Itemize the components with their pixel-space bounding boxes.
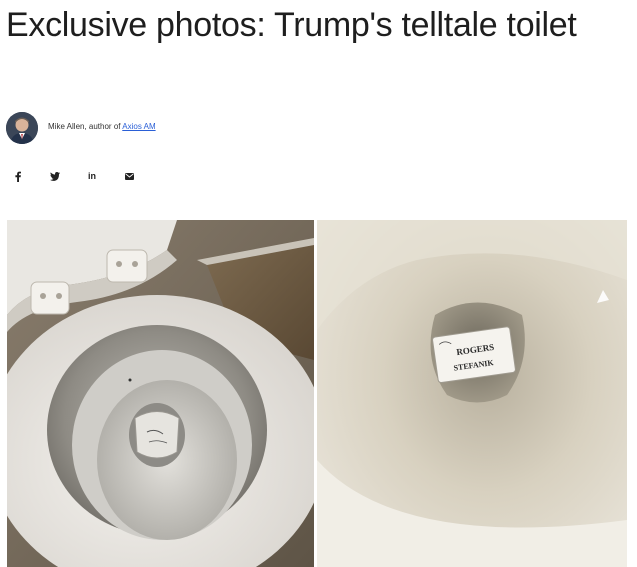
share-bar: in xyxy=(8,166,156,186)
author-prefix: Mike Allen, author of xyxy=(48,121,123,131)
author-avatar[interactable] xyxy=(6,112,38,144)
article-headline: Exclusive photos: Trump's telltale toile… xyxy=(6,6,577,44)
author-newsletter-link[interactable]: Axios AM xyxy=(122,122,155,131)
byline: Mike Allen, author of Axios AM xyxy=(6,112,156,144)
photo-collage: ROGERS STEFANIK xyxy=(7,220,627,567)
linkedin-icon[interactable]: in xyxy=(82,166,102,186)
photo-toilet-closeup-note[interactable]: ROGERS STEFANIK xyxy=(317,220,627,567)
email-icon[interactable] xyxy=(119,166,139,186)
author-credit: Mike Allen, author of Axios AM xyxy=(48,122,156,131)
twitter-icon[interactable] xyxy=(45,166,65,186)
facebook-icon[interactable] xyxy=(8,166,28,186)
photo-toilet-open-seat[interactable] xyxy=(7,220,314,567)
linkedin-label: in xyxy=(88,171,96,181)
